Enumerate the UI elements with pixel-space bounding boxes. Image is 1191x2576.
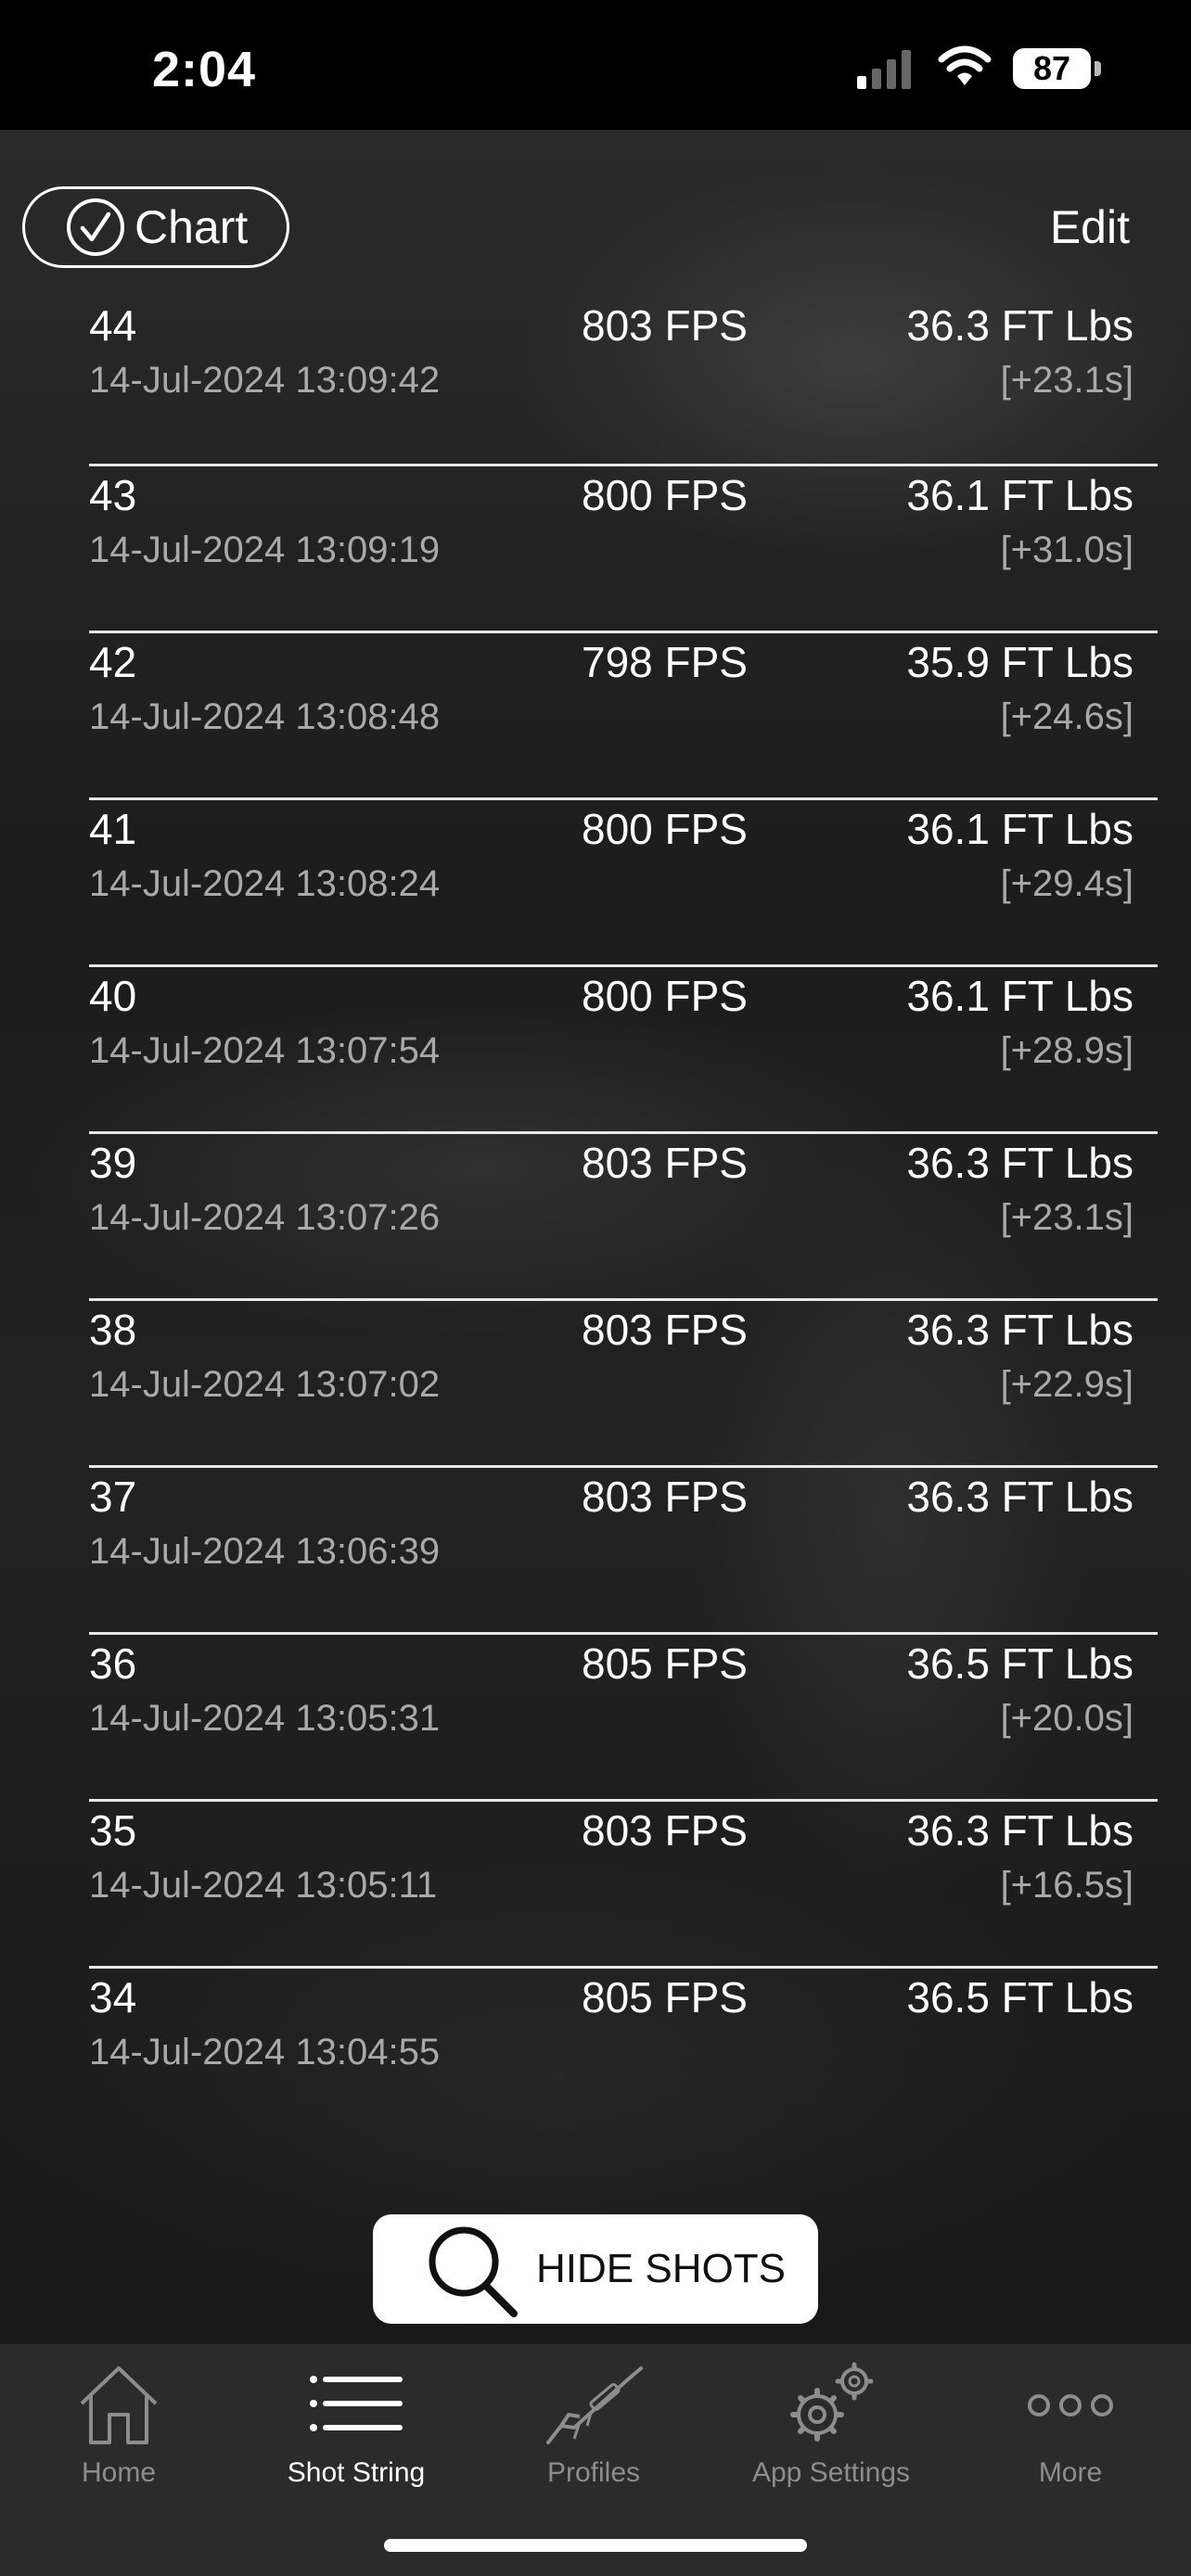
battery-level: 87 (1013, 48, 1091, 89)
shot-timestamp: 14-Jul-2024 13:07:26 (89, 1197, 441, 1238)
battery-icon: 87 (1013, 48, 1102, 89)
shot-timestamp: 14-Jul-2024 13:09:19 (89, 529, 441, 570)
shot-velocity: 798 FPS (582, 638, 748, 686)
shot-number: 44 (89, 301, 137, 350)
tab-label: Profiles (546, 2457, 641, 2488)
shot-number: 39 (89, 1139, 137, 1187)
shot-interval: [+28.9s] (1000, 1030, 1133, 1071)
tab-more[interactable]: More (950, 2344, 1191, 2493)
rifle-icon (546, 2366, 643, 2444)
shot-interval: [+29.4s] (1000, 863, 1133, 904)
shot-row[interactable]: 35 803 FPS 36.3 FT Lbs 14-Jul-2024 13:05:11… (89, 1799, 1158, 1966)
house-icon (80, 2366, 158, 2444)
tab-app-settings[interactable]: App Settings (712, 2344, 950, 2493)
shot-velocity: 805 FPS (582, 1639, 748, 1688)
shot-velocity: 803 FPS (582, 1306, 748, 1354)
wifi-icon (938, 45, 992, 85)
shot-interval: [+24.6s] (1000, 696, 1133, 737)
shot-list: 44 803 FPS 36.3 FT Lbs 14-Jul-2024 13:09:42… (89, 297, 1158, 2133)
shot-timestamp: 14-Jul-2024 13:08:48 (89, 696, 441, 737)
shot-timestamp: 14-Jul-2024 13:04:55 (89, 2032, 441, 2072)
shot-energy: 36.1 FT Lbs (906, 805, 1133, 853)
shot-row[interactable]: 37 803 FPS 36.3 FT Lbs 14-Jul-2024 13:06:39 (89, 1465, 1158, 1632)
list-icon (310, 2376, 403, 2431)
shot-timestamp: 14-Jul-2024 13:05:11 (89, 1865, 438, 1906)
shot-row[interactable]: 39 803 FPS 36.3 FT Lbs 14-Jul-2024 13:07:26… (89, 1131, 1158, 1298)
status-time: 2:04 (152, 42, 257, 97)
shot-energy: 36.1 FT Lbs (906, 471, 1133, 519)
shot-row[interactable]: 42 798 FPS 35.9 FT Lbs 14-Jul-2024 13:08:48… (89, 631, 1158, 797)
shot-row[interactable]: 38 803 FPS 36.3 FT Lbs 14-Jul-2024 13:07:02… (89, 1298, 1158, 1465)
magnifier-icon (429, 2226, 518, 2317)
status-bar: 2:04 87 (0, 0, 1191, 130)
shot-velocity: 803 FPS (582, 1806, 748, 1855)
chart-toggle-button[interactable]: Chart (22, 186, 289, 268)
shot-number: 41 (89, 805, 137, 853)
shot-timestamp: 14-Jul-2024 13:05:31 (89, 1698, 441, 1739)
shot-interval: [+23.1s] (1000, 1197, 1133, 1238)
shot-number: 42 (89, 638, 137, 686)
tab-profiles[interactable]: Profiles (475, 2344, 712, 2493)
edit-button[interactable]: Edit (1050, 200, 1130, 254)
battery-cap (1095, 61, 1101, 76)
shot-row[interactable]: 36 805 FPS 36.5 FT Lbs 14-Jul-2024 13:05:31… (89, 1632, 1158, 1799)
shot-interval: [+20.0s] (1000, 1698, 1133, 1739)
shot-energy: 36.1 FT Lbs (906, 972, 1133, 1020)
more-dots-icon (1028, 2394, 1113, 2417)
shot-energy: 36.3 FT Lbs (906, 1806, 1133, 1855)
shot-velocity: 803 FPS (582, 301, 748, 350)
shot-interval: [+31.0s] (1000, 529, 1133, 570)
shot-number: 35 (89, 1806, 137, 1855)
shot-timestamp: 14-Jul-2024 13:07:02 (89, 1364, 441, 1405)
shot-energy: 36.5 FT Lbs (906, 1639, 1133, 1688)
screen: 2:04 87 Chart Edit 44 803 FPS 36.3 FT Lbs 1… (0, 0, 1191, 2576)
shot-energy: 36.3 FT Lbs (906, 301, 1133, 350)
shot-number: 40 (89, 972, 137, 1020)
tab-shot-string[interactable]: Shot String (237, 2344, 475, 2493)
hide-shots-button[interactable]: HIDE SHOTS (373, 2214, 818, 2324)
shot-energy: 36.3 FT Lbs (906, 1306, 1133, 1354)
shot-velocity: 800 FPS (582, 805, 748, 853)
shot-velocity: 803 FPS (582, 1473, 748, 1521)
shot-velocity: 800 FPS (582, 471, 748, 519)
shot-velocity: 803 FPS (582, 1139, 748, 1187)
shot-row[interactable]: 34 805 FPS 36.5 FT Lbs 14-Jul-2024 13:04:55 (89, 1966, 1158, 2133)
shot-row[interactable]: 41 800 FPS 36.1 FT Lbs 14-Jul-2024 13:08:24… (89, 797, 1158, 964)
shot-timestamp: 14-Jul-2024 13:09:42 (89, 360, 441, 401)
tab-label: Shot String (287, 2457, 426, 2488)
shot-interval: [+16.5s] (1000, 1865, 1133, 1906)
gears-icon (790, 2362, 874, 2442)
shot-number: 36 (89, 1639, 137, 1688)
shot-row[interactable]: 40 800 FPS 36.1 FT Lbs 14-Jul-2024 13:07:54… (89, 964, 1158, 1131)
shot-energy: 36.3 FT Lbs (906, 1473, 1133, 1521)
home-indicator (384, 2539, 807, 2552)
shot-number: 38 (89, 1306, 137, 1354)
shot-energy: 36.5 FT Lbs (906, 1973, 1133, 2021)
shot-timestamp: 14-Jul-2024 13:06:39 (89, 1531, 441, 1572)
chart-toggle-label: Chart (134, 201, 249, 253)
shot-number: 34 (89, 1973, 137, 2021)
cellular-signal-icon (857, 50, 911, 89)
shot-number: 37 (89, 1473, 137, 1521)
shot-energy: 36.3 FT Lbs (906, 1139, 1133, 1187)
shot-row[interactable]: 44 803 FPS 36.3 FT Lbs 14-Jul-2024 13:09:42… (89, 297, 1158, 464)
tab-label: App Settings (751, 2457, 911, 2488)
hide-shots-label: HIDE SHOTS (536, 2246, 786, 2291)
tab-label: Home (81, 2457, 157, 2488)
shot-timestamp: 14-Jul-2024 13:08:24 (89, 863, 441, 904)
shot-timestamp: 14-Jul-2024 13:07:54 (89, 1030, 441, 1071)
tab-home[interactable]: Home (0, 2344, 237, 2493)
shot-velocity: 805 FPS (582, 1973, 748, 2021)
shot-energy: 35.9 FT Lbs (906, 638, 1133, 686)
checkmark-circle-icon (67, 198, 124, 256)
tab-label: More (1038, 2457, 1103, 2488)
shot-interval: [+22.9s] (1000, 1364, 1133, 1405)
shot-interval: [+23.1s] (1000, 360, 1133, 401)
shot-number: 43 (89, 471, 137, 519)
shot-row[interactable]: 43 800 FPS 36.1 FT Lbs 14-Jul-2024 13:09:19… (89, 464, 1158, 631)
shot-velocity: 800 FPS (582, 972, 748, 1020)
